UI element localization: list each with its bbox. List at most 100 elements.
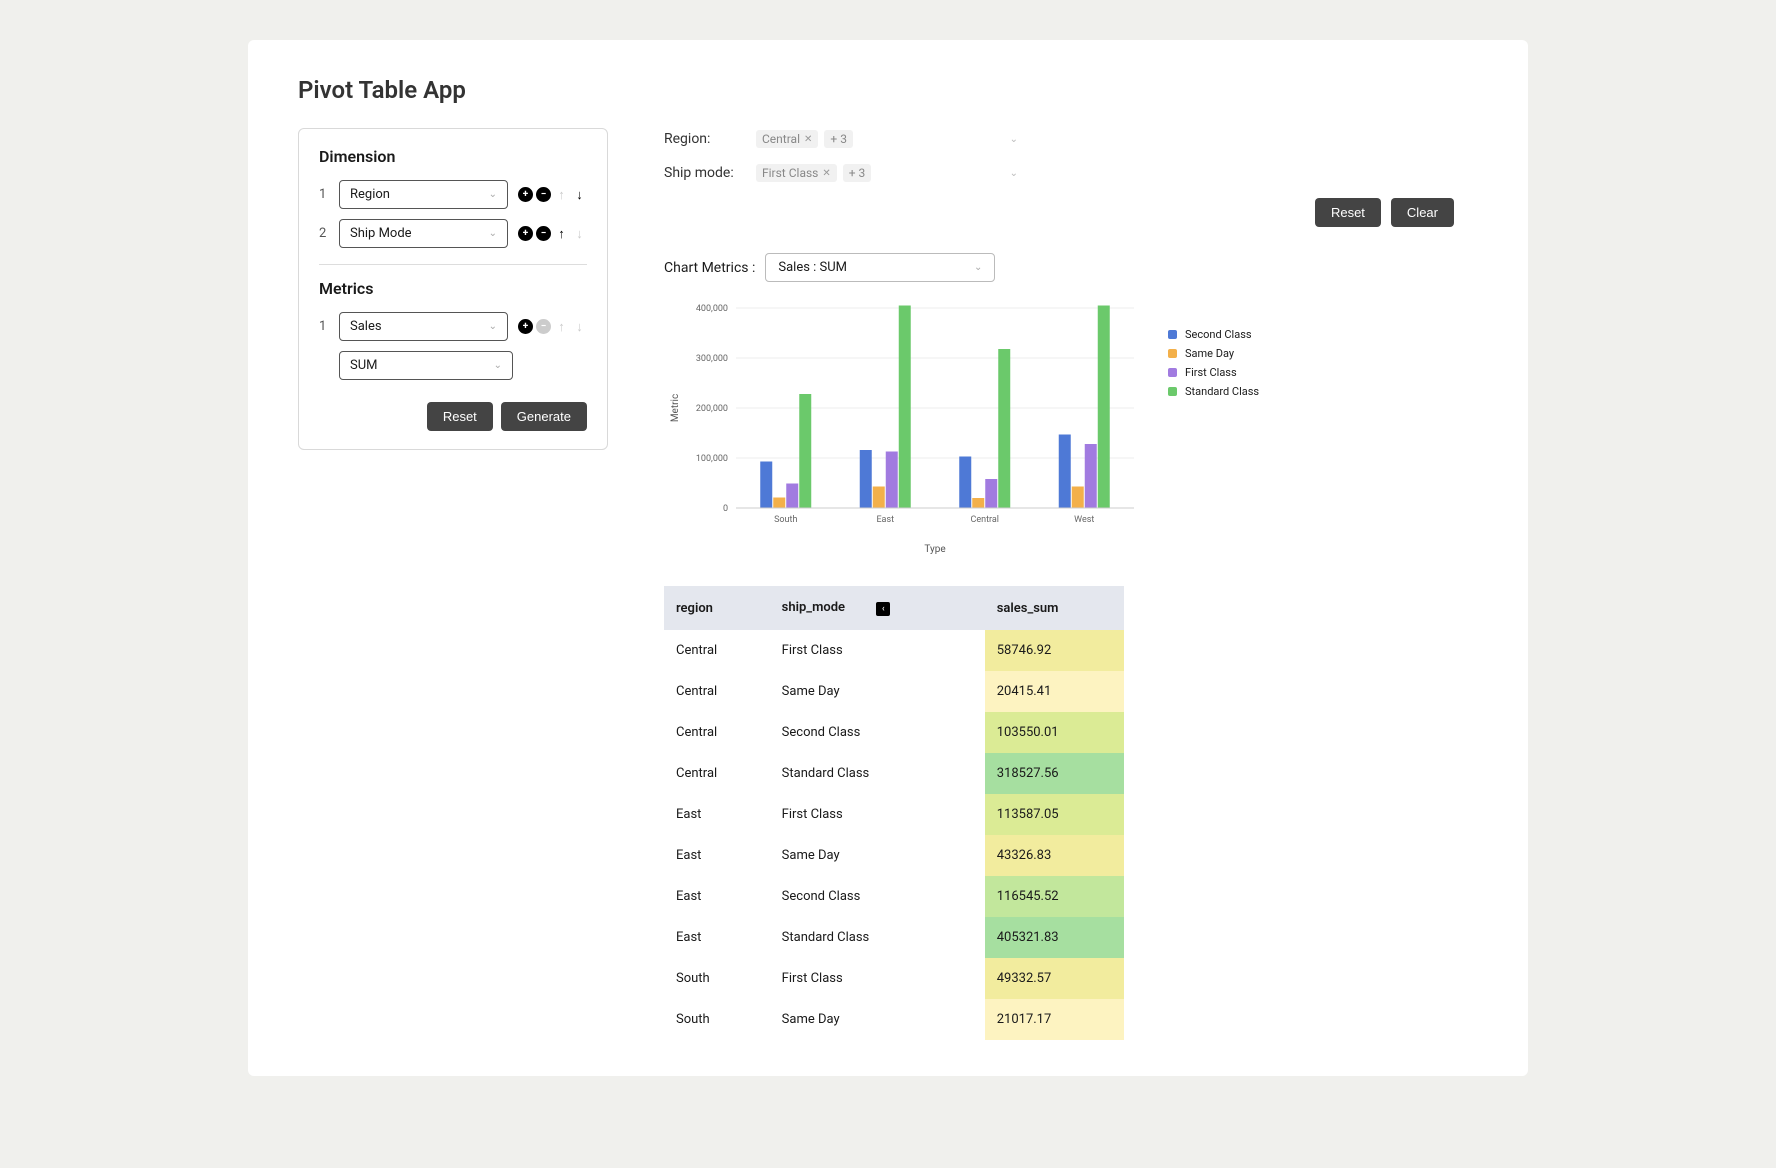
cell-salessum: 43326.83 (985, 835, 1124, 876)
chart-metrics-label: Chart Metrics : (664, 260, 755, 276)
sidebar-reset-button[interactable]: Reset (427, 402, 493, 431)
move-up-icon[interactable]: ↑ (554, 226, 569, 241)
bar[interactable] (899, 306, 911, 509)
legend-item[interactable]: Second Class (1168, 328, 1259, 341)
dimension-select[interactable]: Region ⌄ (339, 180, 508, 209)
cell-salessum: 318527.56 (985, 753, 1124, 794)
pivot-table: region ship_mode ‹ sales_sum Central Fir… (664, 586, 1124, 1040)
legend-swatch (1168, 387, 1177, 396)
legend-item[interactable]: Same Day (1168, 347, 1259, 360)
table-header-shipmode-text: ship_mode (782, 600, 845, 615)
cell-salessum: 405321.83 (985, 917, 1124, 958)
cell-region: Central (664, 712, 770, 753)
bar[interactable] (786, 484, 798, 509)
cell-region: Central (664, 753, 770, 794)
bar[interactable] (799, 394, 811, 508)
bar[interactable] (873, 487, 885, 509)
metric-agg-value: SUM (350, 358, 378, 373)
table-row: Central Standard Class 318527.56 (664, 753, 1124, 794)
y-tick-label: 0 (723, 504, 728, 514)
add-icon[interactable]: + (518, 319, 533, 334)
chart-metric-select[interactable]: Sales : SUM ⌄ (765, 253, 995, 282)
cell-shipmode: Second Class (770, 876, 985, 917)
y-tick-label: 300,000 (696, 354, 728, 364)
cell-shipmode: First Class (770, 630, 985, 671)
move-down-icon[interactable]: ↓ (572, 187, 587, 202)
clear-button[interactable]: Clear (1391, 198, 1454, 227)
metric-select[interactable]: Sales ⌄ (339, 312, 508, 341)
legend-swatch (1168, 368, 1177, 377)
remove-icon[interactable]: − (536, 187, 551, 202)
bar[interactable] (1085, 444, 1097, 508)
bar[interactable] (1059, 435, 1071, 509)
row-number: 2 (319, 226, 329, 241)
legend-swatch (1168, 349, 1177, 358)
table-header-salessum[interactable]: sales_sum (985, 586, 1124, 630)
bar[interactable] (1072, 487, 1084, 509)
bar-chart: 0100,000200,000300,000400,000MetricSouth… (664, 298, 1144, 562)
cell-shipmode: Same Day (770, 835, 985, 876)
remove-icon[interactable]: − (536, 226, 551, 241)
metric-row: 1 Sales ⌄ + − ↑ ↓ (319, 312, 587, 341)
legend-item[interactable]: Standard Class (1168, 385, 1259, 398)
cell-salessum: 116545.52 (985, 876, 1124, 917)
move-down-icon: ↓ (572, 226, 587, 241)
bar[interactable] (972, 498, 984, 508)
table-header-region[interactable]: region (664, 586, 770, 630)
x-tick-label: Central (970, 515, 999, 525)
chevron-down-icon: ⌄ (489, 189, 497, 200)
dimension-select[interactable]: Ship Mode ⌄ (339, 219, 508, 248)
metric-value: Sales (350, 319, 382, 334)
close-icon[interactable]: ✕ (822, 168, 830, 179)
chart-metric-value: Sales : SUM (778, 260, 847, 275)
move-down-icon: ↓ (572, 319, 587, 334)
region-tag: Central ✕ (756, 130, 818, 148)
shipmode-filter-select[interactable]: First Class ✕ + 3 ⌄ (756, 162, 1026, 184)
cell-region: Central (664, 630, 770, 671)
cell-salessum: 49332.57 (985, 958, 1124, 999)
bar[interactable] (773, 498, 785, 509)
table-header-shipmode[interactable]: ship_mode ‹ (770, 586, 985, 630)
bar[interactable] (985, 479, 997, 508)
x-axis-label: Type (924, 544, 945, 555)
cell-region: East (664, 794, 770, 835)
legend-label: Same Day (1185, 347, 1234, 360)
table-row: Central First Class 58746.92 (664, 630, 1124, 671)
region-filter-select[interactable]: Central ✕ + 3 ⌄ (756, 128, 1026, 150)
bar[interactable] (959, 457, 971, 509)
app-title: Pivot Table App (298, 76, 1478, 104)
close-icon[interactable]: ✕ (804, 134, 812, 145)
region-tag-text: Central (762, 132, 800, 146)
bar[interactable] (1098, 306, 1110, 509)
row-number: 1 (319, 319, 329, 334)
cell-salessum: 113587.05 (985, 794, 1124, 835)
dimension-row: 1 Region ⌄ + − ↑ ↓ (319, 180, 587, 209)
table-row: Central Second Class 103550.01 (664, 712, 1124, 753)
y-tick-label: 100,000 (696, 454, 728, 464)
divider (319, 264, 587, 265)
config-sidebar: Dimension 1 Region ⌄ + − ↑ ↓ 2 Ship Mode… (298, 128, 608, 450)
chevron-down-icon: ⌄ (494, 360, 502, 371)
metric-agg-row: SUM ⌄ (319, 351, 587, 380)
add-icon[interactable]: + (518, 226, 533, 241)
metric-agg-select[interactable]: SUM ⌄ (339, 351, 513, 380)
cell-salessum: 58746.92 (985, 630, 1124, 671)
reset-button[interactable]: Reset (1315, 198, 1381, 227)
legend-item[interactable]: First Class (1168, 366, 1259, 379)
bar[interactable] (998, 349, 1010, 508)
cell-region: East (664, 876, 770, 917)
x-tick-label: South (774, 515, 797, 525)
remove-icon: − (536, 319, 551, 334)
table-row: East First Class 113587.05 (664, 794, 1124, 835)
cell-region: Central (664, 671, 770, 712)
bar[interactable] (860, 450, 872, 508)
collapse-icon[interactable]: ‹ (876, 602, 890, 616)
cell-shipmode: Second Class (770, 712, 985, 753)
bar[interactable] (760, 462, 772, 509)
bar[interactable] (886, 452, 898, 509)
region-extra-tag: + 3 (824, 130, 853, 148)
cell-shipmode: First Class (770, 794, 985, 835)
sidebar-generate-button[interactable]: Generate (501, 402, 587, 431)
chart-legend: Second Class Same Day First Class Standa… (1168, 298, 1259, 562)
add-icon[interactable]: + (518, 187, 533, 202)
